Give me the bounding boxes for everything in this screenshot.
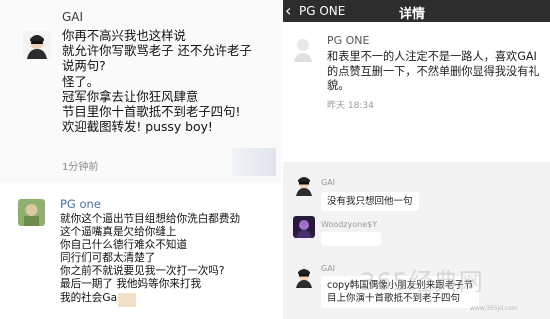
- top-navigation-bar: ‹ PG ONE 详情: [283, 0, 550, 22]
- site-watermark-url: www.365jd.com: [470, 305, 518, 312]
- pgone-avatar[interactable]: [289, 34, 317, 62]
- post-time: 昨天 18:34: [327, 101, 374, 111]
- sender-name: GAI: [321, 178, 336, 187]
- back-icon[interactable]: ‹: [285, 1, 299, 21]
- sender-name: Woodzyone$Y: [321, 220, 378, 229]
- post-text: 你再不高兴我也这样说 就允许你写歌骂老子 还不允许老子 说两句? 怪了。 冠军你…: [62, 28, 252, 135]
- page-title: 详情: [399, 7, 426, 22]
- gai-avatar[interactable]: [293, 174, 315, 196]
- gai-avatar[interactable]: [293, 266, 315, 288]
- poster-name[interactable]: PG ONE: [327, 34, 370, 47]
- gai-post-panel: GAI 你再不高兴我也这样说 就允许你写歌骂老子 还不允许老子 说两句? 怪了。…: [0, 0, 282, 183]
- woodzyone-avatar[interactable]: [293, 216, 315, 238]
- pgone-detail-panel: ‹ PG ONE 详情 PG ONE 和表里不一的人注定不是一路人，喜欢GAI …: [283, 0, 550, 127]
- gai-avatar[interactable]: [23, 31, 51, 59]
- message-bubble: 没有我只想回他一句: [321, 192, 419, 211]
- blurred-region: [232, 148, 276, 176]
- post-text: 就你这个逼出节目组想给你洗白都费劲 这个逼嘴真是欠给你缝上 你自己什么德行难众不…: [60, 213, 241, 304]
- pgone-post-panel: PG one 就你这个逼出节目组想给你洗白都费劲 这个逼嘴真是欠给你缝上 你自己…: [0, 187, 282, 319]
- post-text: 和表里不一的人注定不是一路人，喜欢GAI 的点赞互删一下，不然单删你显得我没有礼…: [327, 50, 540, 92]
- pgone-avatar[interactable]: [18, 199, 45, 226]
- back-title[interactable]: PG ONE: [299, 4, 345, 18]
- site-watermark: 365经典网: [360, 268, 484, 296]
- emoji-highlight: [118, 293, 136, 307]
- sender-name: GAI: [321, 264, 336, 273]
- poster-name[interactable]: PG one: [60, 197, 101, 211]
- poster-name[interactable]: GAI: [62, 10, 83, 24]
- post-time: 1分钟前: [62, 162, 99, 173]
- message-bubble: [321, 232, 381, 246]
